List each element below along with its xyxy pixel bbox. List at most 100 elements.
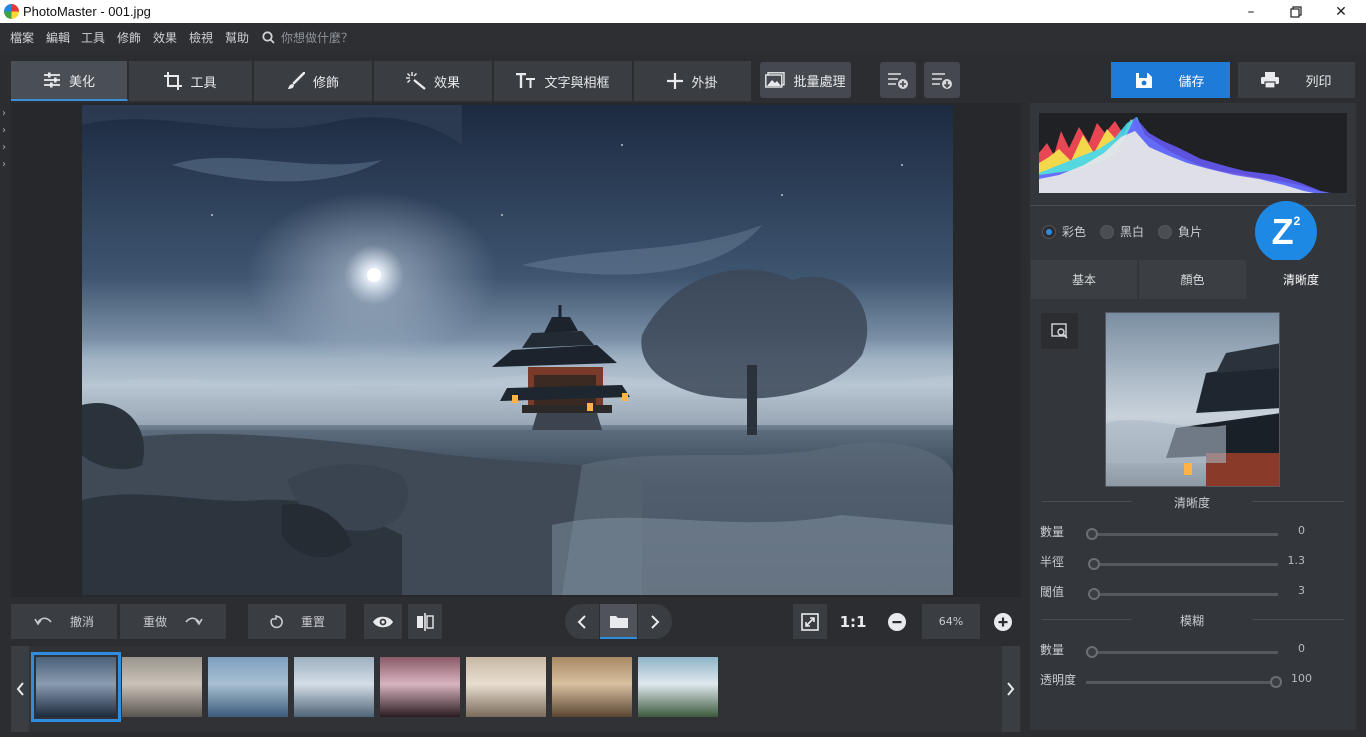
reset-icon [270, 614, 283, 628]
tab-color[interactable]: 顏色 [1139, 260, 1246, 299]
plus-icon [667, 73, 684, 89]
fit-to-screen-button[interactable] [793, 604, 827, 639]
maximize-button[interactable] [1273, 0, 1319, 23]
slider-track[interactable] [1092, 593, 1278, 596]
menu-tools[interactable]: 工具 [81, 29, 105, 46]
filmstrip-scroll-left[interactable] [11, 646, 29, 732]
search-box[interactable]: 你想做什麼？ [262, 29, 353, 46]
add-preset-button[interactable] [880, 62, 916, 98]
brush-icon [287, 72, 305, 89]
slider-value: 3 [1298, 584, 1305, 597]
preview-zoom-button[interactable] [1041, 313, 1078, 349]
tab-plugins[interactable]: 外掛 [634, 61, 752, 101]
section-line-right [1252, 501, 1344, 502]
radio-negative-label: 負片 [1178, 225, 1203, 239]
filmstrip-thumbnail[interactable] [638, 657, 718, 717]
import-preset-button[interactable] [924, 62, 960, 98]
window-title: PhotoMaster - 001.jpg [23, 4, 151, 19]
previous-image-button[interactable] [565, 604, 599, 639]
slider-track[interactable] [1092, 651, 1278, 654]
radio-grayscale[interactable]: 黑白 [1100, 223, 1144, 240]
slider-label: 數量 [1040, 643, 1065, 657]
menu-view[interactable]: 檢視 [189, 29, 213, 46]
badge-letter: Z [1271, 211, 1294, 252]
magic-wand-icon [405, 72, 426, 90]
tab-effects[interactable]: 效果 [374, 61, 493, 101]
tab-basic[interactable]: 基本 [1031, 260, 1137, 299]
slider-handle[interactable] [1087, 588, 1100, 600]
tab-enhance[interactable]: 美化 [11, 61, 128, 101]
pavilion-closeup-image [1106, 343, 1279, 486]
menu-help[interactable]: 幫助 [225, 29, 249, 46]
zoom-in-button[interactable] [988, 604, 1018, 639]
zoom-out-button[interactable] [882, 604, 912, 639]
tab-retouch-label: 修飾 [312, 75, 339, 91]
radio-negative-dot [1158, 224, 1172, 239]
menu-file[interactable]: 檔案 [10, 29, 34, 46]
chevron-left-icon [16, 682, 24, 696]
radio-negative[interactable]: 負片 [1158, 223, 1202, 240]
undo-button[interactable]: 撤消 [11, 604, 117, 639]
reset-button[interactable]: 重置 [248, 604, 346, 639]
filmstrip-thumbnail[interactable] [208, 657, 288, 717]
actual-size-button[interactable]: 1:1 [836, 604, 870, 639]
compare-button[interactable] [408, 604, 442, 639]
filmstrip-thumbnail[interactable] [552, 657, 632, 717]
filmstrip-thumbnail[interactable] [380, 657, 460, 717]
save-button[interactable]: 儲存 [1111, 62, 1230, 98]
next-image-button[interactable] [638, 604, 672, 639]
batch-process-button[interactable]: 批量處理 [760, 62, 852, 98]
close-button[interactable]: ✕ [1318, 0, 1364, 23]
print-button[interactable]: 列印 [1238, 62, 1355, 98]
filmstrip-thumbnail[interactable] [31, 652, 121, 722]
restore-icon [1290, 5, 1302, 18]
floppy-disk-icon [1136, 73, 1153, 88]
compare-icon [417, 612, 434, 631]
text-icon [516, 73, 536, 88]
download-preset-icon [932, 73, 952, 89]
expand-arrows[interactable]: › › › › [2, 105, 6, 173]
menu-bar: 檔案 編輯 工具 修飾 效果 檢視 幫助 你想做什麼？ [0, 23, 1366, 52]
folder-icon [609, 615, 628, 628]
slider-handle[interactable] [1270, 676, 1282, 688]
save-label: 儲存 [1178, 74, 1205, 90]
menu-edit[interactable]: 編輯 [46, 29, 70, 46]
slider-track[interactable] [1092, 563, 1278, 566]
panel-divider [1030, 205, 1356, 206]
printer-icon [1261, 72, 1280, 88]
tab-tools[interactable]: 工具 [129, 61, 253, 101]
open-folder-button[interactable] [600, 604, 637, 639]
slider-handle[interactable] [1087, 558, 1100, 570]
slider-handle[interactable] [1086, 528, 1098, 540]
histogram-chart [1039, 117, 1331, 193]
tab-clarity[interactable]: 清晰度 [1248, 260, 1354, 299]
radio-color[interactable]: 彩色 [1042, 223, 1086, 240]
filmstrip-thumbnail[interactable] [294, 657, 374, 717]
filmstrip-thumbnail[interactable] [466, 657, 546, 717]
clarity-preview[interactable] [1105, 312, 1280, 487]
sliders-icon [43, 72, 60, 88]
minus-circle-icon [888, 612, 906, 631]
slider-track[interactable] [1086, 681, 1276, 684]
tab-retouch[interactable]: 修飾 [254, 61, 373, 101]
zoom-preview-icon [1050, 323, 1068, 339]
redo-button[interactable]: 重做 [120, 604, 226, 639]
tab-text-frames[interactable]: 文字與相框 [494, 61, 633, 101]
main-photo[interactable] [82, 105, 953, 595]
filmstrip-scroll-right[interactable] [1002, 646, 1020, 732]
zoom-level-field[interactable]: 64% [922, 604, 980, 639]
slider-value: 0 [1298, 524, 1305, 537]
section-line-left [1042, 501, 1132, 502]
minimize-button[interactable]: – [1228, 0, 1274, 23]
section-line-left-2 [1042, 619, 1132, 620]
tab-effects-label: 效果 [433, 75, 460, 91]
preview-eye-button[interactable] [364, 604, 402, 639]
slider-track[interactable] [1092, 533, 1278, 536]
tab-tools-label: 工具 [190, 75, 217, 91]
undo-icon [34, 616, 52, 625]
add-preset-icon [888, 73, 908, 89]
filmstrip-thumbnail[interactable] [122, 657, 202, 717]
menu-effects[interactable]: 效果 [153, 29, 177, 46]
menu-retouch[interactable]: 修飾 [117, 29, 141, 46]
slider-handle[interactable] [1086, 646, 1098, 658]
